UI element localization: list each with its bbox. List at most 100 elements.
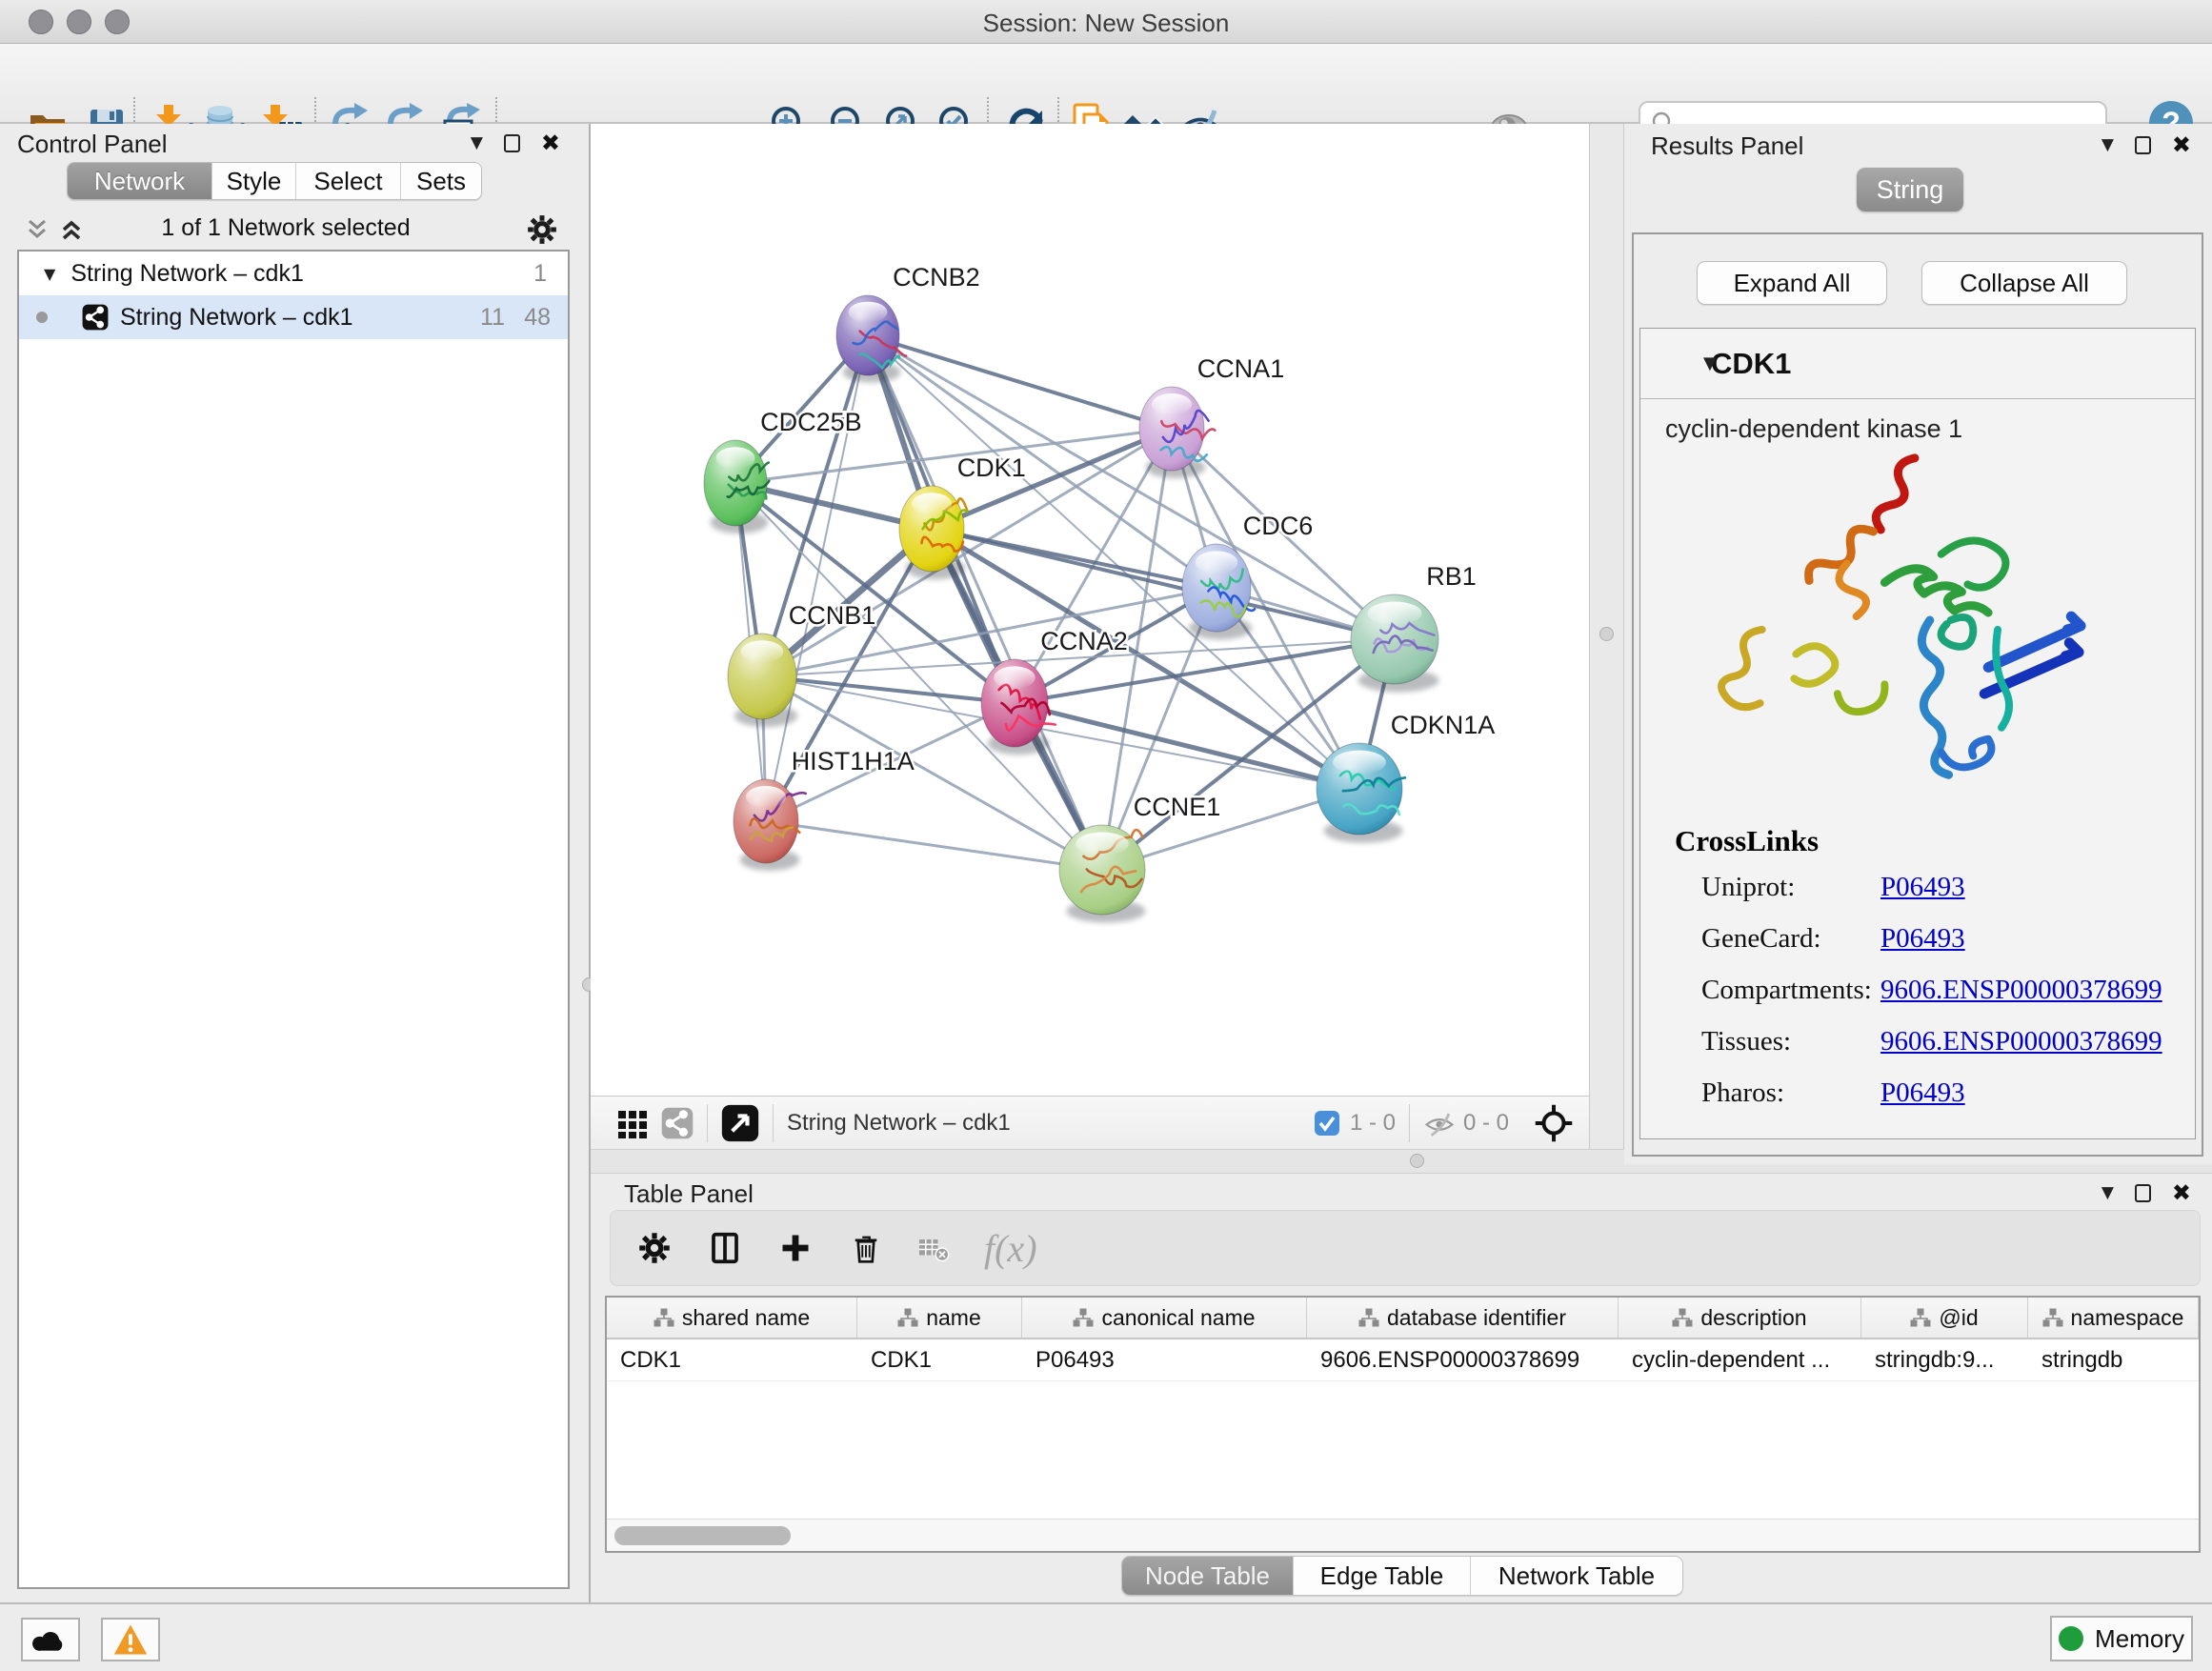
table-horizontal-scrollbar[interactable] (607, 1519, 2199, 1551)
table-cell[interactable]: cyclin-dependent ... (1619, 1339, 1861, 1380)
expand-all-button[interactable]: Expand All (1697, 261, 1887, 305)
network-collection-row[interactable]: ▼ String Network – cdk1 1 (19, 252, 568, 295)
tab-sets[interactable]: Sets (401, 163, 481, 199)
tab-network-table[interactable]: Network Table (1471, 1557, 1682, 1595)
network-node-CDKN1A[interactable] (1317, 743, 1405, 843)
table-cell[interactable]: CDK1 (857, 1339, 1022, 1380)
panel-menu-icon[interactable]: ▼ (2101, 1183, 2114, 1202)
collapse-all-networks-icon[interactable] (25, 217, 50, 242)
panel-menu-icon[interactable]: ▼ (2101, 135, 2114, 154)
table-cell[interactable]: stringdb:9... (1861, 1339, 2028, 1380)
grid-view-icon[interactable] (617, 1108, 648, 1138)
node-label-CDC25B: CDC25B (760, 408, 862, 436)
network-node-CCNA1[interactable] (1139, 387, 1215, 478)
horizontal-splitter-handle[interactable] (1410, 1154, 1424, 1168)
memory-button[interactable]: Memory (2050, 1616, 2193, 1661)
collection-expand-icon[interactable]: ▼ (44, 265, 55, 283)
float-panel-icon[interactable] (2135, 136, 2151, 154)
node-label-CDK1: CDK1 (957, 453, 1026, 482)
crosslink-row: GeneCard:P06493 (1675, 923, 1819, 975)
memory-label: Memory (2095, 1624, 2184, 1654)
float-panel-icon[interactable] (2135, 1184, 2151, 1202)
column-header-shared-name[interactable]: shared name (607, 1298, 857, 1338)
network-node-HIST1H1A[interactable] (734, 779, 806, 871)
network-node-CDK1[interactable] (899, 486, 967, 579)
show-columns-icon[interactable] (708, 1231, 742, 1265)
hidden-eye-icon[interactable] (1423, 1107, 1456, 1139)
network-view-toolbar: String Network – cdk1 1 - 0 0 - 0 (591, 1096, 1589, 1149)
node-result-header[interactable]: ▼ CDK1 (1640, 329, 2195, 399)
cytoscape-window: Session: New Session (0, 0, 2212, 1671)
crosslink-link[interactable]: 9606.ENSP00000378699 (1880, 1026, 2162, 1057)
crosslink-label: Uniprot: (1701, 872, 1795, 903)
network-node-CCNB1[interactable] (728, 634, 797, 727)
tab-node-table[interactable]: Node Table (1122, 1557, 1294, 1595)
tab-select[interactable]: Select (296, 163, 401, 199)
tab-edge-table[interactable]: Edge Table (1294, 1557, 1471, 1595)
control-panel-tabs: Network Style Select Sets (67, 162, 482, 200)
protein-structure-image (1675, 441, 2151, 799)
right-splitter[interactable] (1589, 124, 1624, 1164)
network-node-RB1[interactable] (1351, 594, 1438, 692)
network-list-options-gear-icon[interactable] (526, 213, 558, 246)
scrollbar-thumb[interactable] (614, 1526, 791, 1545)
table-cell[interactable]: CDK1 (607, 1339, 857, 1380)
node-result-card: ▼ CDK1 cyclin-dependent kinase 1 CrossLi… (1639, 328, 2196, 1139)
column-header-description[interactable]: description (1619, 1298, 1861, 1338)
network-node-CCNA2[interactable] (981, 659, 1056, 755)
panel-menu-icon[interactable]: ▼ (471, 133, 483, 152)
crosslink-row: Pharos:P06493 (1675, 1077, 1819, 1129)
column-header-database-identifier[interactable]: database identifier (1307, 1298, 1619, 1338)
crosslink-link[interactable]: P06493 (1880, 872, 1965, 903)
column-header-namespace[interactable]: namespace (2028, 1298, 2199, 1338)
table-cell[interactable]: stringdb (2028, 1339, 2199, 1380)
collapse-entry-icon[interactable]: ▼ (1703, 353, 1717, 373)
warnings-button[interactable] (101, 1618, 160, 1661)
column-header-canonical-name[interactable]: canonical name (1022, 1298, 1307, 1338)
current-network-title: String Network – cdk1 (787, 1110, 1011, 1137)
crosslink-label: Compartments: (1701, 975, 1872, 1006)
table-row[interactable]: CDK1CDK1P064939606.ENSP00000378699cyclin… (607, 1339, 2199, 1381)
close-panel-icon[interactable]: ✖ (2172, 131, 2191, 158)
right-splitter-handle[interactable] (1599, 627, 1614, 641)
control-panel-title: Control Panel (17, 130, 168, 159)
create-column-icon[interactable] (778, 1231, 813, 1265)
network-view-canvas[interactable]: CCNB2CCNA1CDC25BCDK1CDC6RB1CCNB1CCNA2CDK… (591, 124, 1589, 1096)
node-label-CCNB1: CCNB1 (789, 601, 876, 630)
column-header--id[interactable]: @id (1861, 1298, 2028, 1338)
crosslink-label: Pharos: (1701, 1077, 1784, 1109)
network-node-CCNB2[interactable] (836, 295, 906, 383)
crosslink-link[interactable]: P06493 (1880, 923, 1965, 955)
column-type-icon (1672, 1308, 1693, 1327)
close-panel-icon[interactable]: ✖ (2172, 1179, 2191, 1206)
node-table: shared namenamecanonical namedatabase id… (605, 1296, 2201, 1553)
column-type-icon (1910, 1308, 1931, 1327)
birds-eye-view-icon[interactable] (721, 1104, 759, 1142)
crosslink-link[interactable]: P06493 (1880, 1077, 1965, 1109)
float-panel-icon[interactable] (504, 134, 520, 152)
network-node-CCNE1[interactable] (1059, 825, 1145, 922)
crosshair-icon[interactable] (1534, 1103, 1574, 1143)
crosslink-link[interactable]: 9606.ENSP00000378699 (1880, 975, 2162, 1006)
network-node-CDC6[interactable] (1182, 544, 1255, 639)
table-options-gear-icon[interactable] (637, 1231, 672, 1265)
crosslink-row: Compartments:9606.ENSP00000378699 (1675, 975, 1819, 1026)
delete-column-icon[interactable] (849, 1231, 883, 1265)
column-header-name[interactable]: name (857, 1298, 1022, 1338)
expand-all-networks-icon[interactable] (59, 217, 84, 242)
network-node-count: 11 (480, 304, 505, 332)
tab-network[interactable]: Network (68, 163, 212, 199)
cloud-status-button[interactable] (21, 1618, 80, 1661)
network-share-view-icon[interactable] (661, 1107, 694, 1139)
collapse-all-button[interactable]: Collapse All (1921, 261, 2127, 305)
tab-string[interactable]: String (1857, 168, 1963, 211)
selected-checkbox-icon[interactable] (1314, 1110, 1340, 1137)
node-label-CDKN1A: CDKN1A (1391, 711, 1496, 739)
close-panel-icon[interactable]: ✖ (541, 130, 560, 156)
table-cell[interactable]: 9606.ENSP00000378699 (1307, 1339, 1619, 1380)
network-row-selected[interactable]: String Network – cdk1 11 48 (19, 295, 568, 339)
table-cell[interactable]: P06493 (1022, 1339, 1307, 1380)
tab-style[interactable]: Style (212, 163, 296, 199)
hidden-count: 0 - 0 (1463, 1110, 1509, 1137)
network-tree: ▼ String Network – cdk1 1 String Network… (17, 250, 570, 1589)
